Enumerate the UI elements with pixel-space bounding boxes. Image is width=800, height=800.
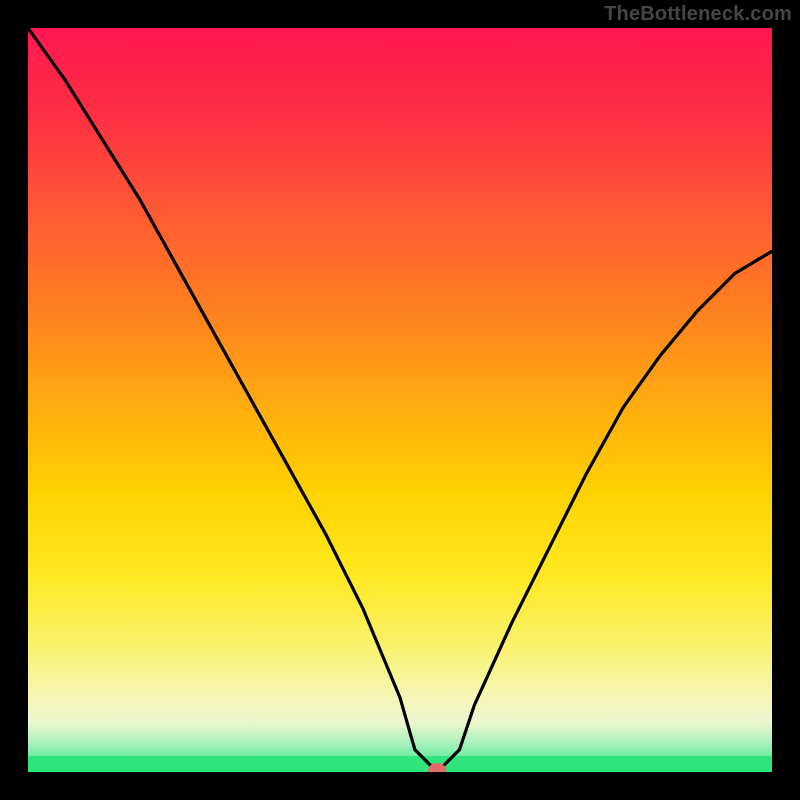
watermark: TheBottleneck.com [604,0,792,28]
plot-background [28,28,772,772]
chart-container: TheBottleneck.com [0,0,800,800]
zero-bottleneck-band [28,756,772,772]
bottleneck-chart [0,0,800,800]
